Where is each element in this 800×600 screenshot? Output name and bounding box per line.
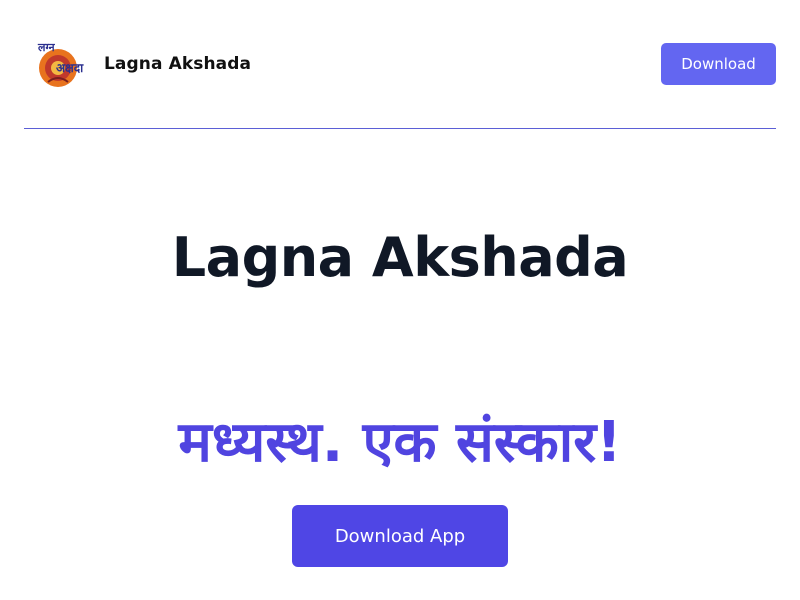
site-header: लग्न अक्षदा Lagna Akshada Download [24,0,776,129]
page: लग्न अक्षदा Lagna Akshada Download Lagna… [0,0,800,600]
svg-text:लग्न: लग्न [37,41,56,54]
brand-logo: लग्न अक्षदा [37,41,84,87]
brand-name: Lagna Akshada [104,54,252,74]
svg-text:अक्षदा: अक्षदा [56,61,84,75]
header-download-button[interactable]: Download [661,43,776,85]
download-app-button[interactable]: Download App [292,505,508,567]
hero-title: Lagna Akshada [171,226,629,289]
brand[interactable]: लग्न अक्षदा Lagna Akshada [34,38,251,90]
hero-tagline: मध्यस्थ. एक संस्कार! [178,410,622,475]
